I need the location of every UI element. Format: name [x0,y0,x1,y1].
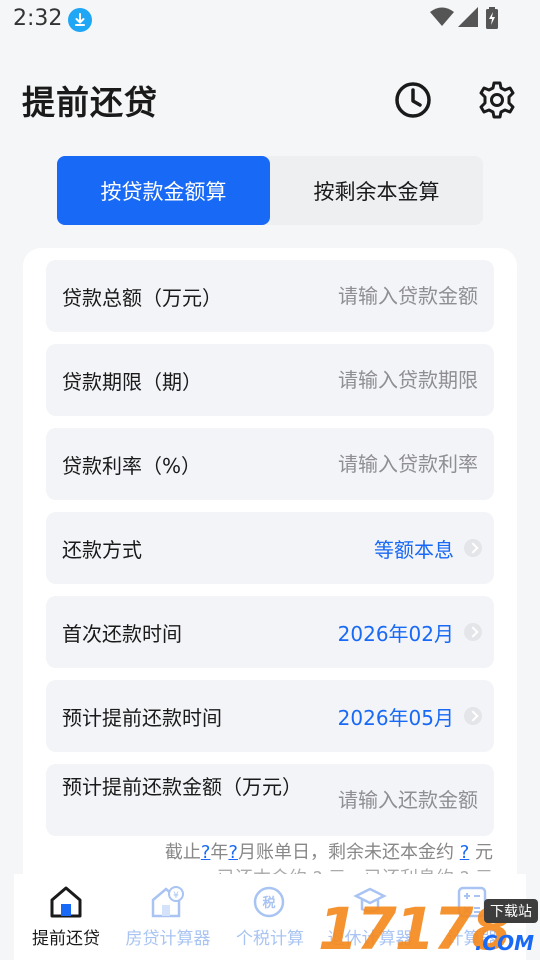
nav-label-mortgage-calc: 房贷计算器 [125,929,211,949]
download-icon [68,8,92,32]
prepay-date-value: 2026年05月 [337,705,454,730]
repayment-method-label: 还款方式 [62,537,142,562]
wifi-icon [430,7,454,31]
settings-icon [479,81,515,119]
loan-amount-input[interactable] [278,260,478,332]
tab-by-remaining-principal[interactable]: 按剩余本金算 [270,156,483,225]
loan-term-row: 贷款期限（期） [46,344,494,416]
summary-year-unknown: ? [200,842,211,863]
calc-mode-tabs: 按贷款金额算 按剩余本金算 [57,156,483,225]
nav-item-mortgage-calc[interactable]: ¥ 房贷计算器 [118,874,218,960]
summary-month-unknown: ? [228,842,238,863]
first-payment-date-row[interactable]: 首次还款时间 2026年02月 [46,596,494,668]
tax-icon: 税 [253,886,285,918]
interest-rate-label: 贷款利率（%） [62,453,202,478]
house-yen-icon: ¥ [151,886,184,918]
watermark-badge: 下载站 [484,899,538,923]
prepay-amount-input[interactable] [278,764,478,836]
watermark-suffix: .COM [474,931,534,955]
signal-icon [458,7,478,31]
summary-principal-unknown: ? [459,842,470,863]
prepay-amount-row: 预计提前还款金额（万元） [46,764,494,836]
history-icon [395,82,431,118]
site-watermark: 17178 下载站 .COM [318,895,540,960]
status-time: 2:32 [13,6,63,31]
svg-text:税: 税 [262,895,275,911]
repayment-method-value: 等额本息 [374,537,454,562]
prepay-amount-label: 预计提前还款金额（万元） [62,775,302,799]
summary-text: 年 [210,842,229,863]
first-payment-date-label: 首次还款时间 [62,621,182,646]
chevron-right-icon [464,707,482,725]
chevron-right-icon [464,623,482,641]
loan-term-input[interactable] [278,344,478,416]
page-title: 提前还贷 [22,83,158,122]
home-icon [50,886,82,918]
summary-text: 截止 [164,842,201,863]
chevron-right-icon [464,539,482,557]
interest-rate-input[interactable] [278,428,478,500]
battery-icon [486,7,498,33]
summary-text: 元 [475,842,493,863]
nav-label-tax-calc: 个税计算 [236,929,304,949]
repayment-method-row[interactable]: 还款方式 等额本息 [46,512,494,584]
nav-label-prepay: 提前还贷 [32,929,100,949]
first-payment-date-value: 2026年02月 [337,621,454,646]
settings-button[interactable] [477,80,517,120]
summary-line: 截止?年?月账单日，剩余未还本金约 ? 元 [165,838,493,864]
history-button[interactable] [393,80,433,120]
status-bar: 2:32 [0,0,540,40]
svg-text:¥: ¥ [173,891,179,901]
loan-term-label: 贷款期限（期） [62,369,202,394]
loan-amount-row: 贷款总额（万元） [46,260,494,332]
summary-text: 月账单日，剩余未还本金约 [237,842,454,863]
tab-by-loan-amount[interactable]: 按贷款金额算 [57,156,270,225]
nav-item-tax-calc[interactable]: 税 个税计算 [220,874,320,960]
prepay-date-row[interactable]: 预计提前还款时间 2026年05月 [46,680,494,752]
interest-rate-row: 贷款利率（%） [46,428,494,500]
prepay-date-label: 预计提前还款时间 [62,705,222,730]
nav-item-prepay[interactable]: 提前还贷 [16,874,116,960]
loan-amount-label: 贷款总额（万元） [62,285,222,310]
